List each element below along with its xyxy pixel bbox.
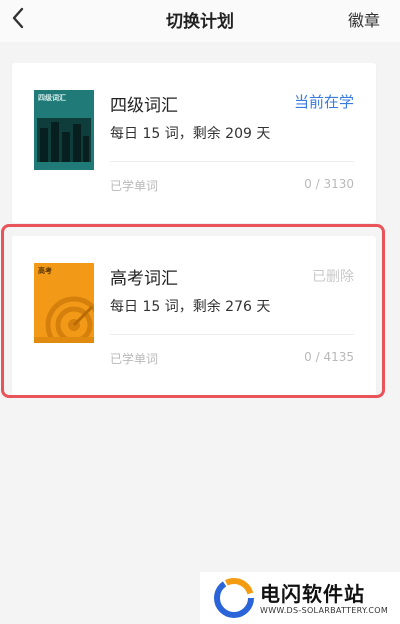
book-title: 高考词汇 xyxy=(110,269,178,289)
page-title: 切换计划 xyxy=(166,12,234,32)
plan-card-gaokao[interactable]: 高考 高考词汇 每日 15 词，剩余 276 天 已删除 已学单词 0 / 41… xyxy=(12,236,376,396)
daily-plan-text: 每日 15 词，剩余 209 天 xyxy=(110,126,271,142)
daily-plan-text: 每日 15 词，剩余 276 天 xyxy=(110,299,271,315)
target-icon xyxy=(45,296,94,343)
divider xyxy=(110,161,354,162)
book-cover-gaokao: 高考 xyxy=(34,263,94,343)
learned-words-count: 0 / 3130 xyxy=(304,177,354,191)
watermark-title: 电闪软件站 xyxy=(260,582,365,606)
plan-card-cet4[interactable]: 四级词汇 四级词汇 每日 15 词，剩余 209 天 当前在学 已学单词 0 /… xyxy=(12,63,376,223)
cover-graphic xyxy=(37,118,91,162)
top-bar: 切换计划 徽章 xyxy=(0,0,400,42)
divider xyxy=(110,334,354,335)
book-title: 四级词汇 xyxy=(110,96,178,116)
watermark-url: WWW.DS-SOLARBATTERY.COM xyxy=(260,606,389,615)
learned-words-count: 0 / 4135 xyxy=(304,350,354,364)
cover-label: 四级词汇 xyxy=(38,94,66,102)
badge-button[interactable]: 徽章 xyxy=(348,7,380,31)
site-logo-icon xyxy=(214,578,254,618)
book-cover-cet4: 四级词汇 xyxy=(34,90,94,170)
learned-words-label: 已学单词 xyxy=(110,179,159,193)
learned-words-label: 已学单词 xyxy=(110,352,159,366)
current-learning-status[interactable]: 当前在学 xyxy=(294,91,354,112)
deleted-status[interactable]: 已删除 xyxy=(312,266,354,286)
watermark-banner: 电闪软件站 WWW.DS-SOLARBATTERY.COM xyxy=(200,572,400,624)
plan-switch-screen: 切换计划 徽章 四级词汇 四级词汇 每日 15 词，剩余 209 天 当前在学 … xyxy=(0,0,400,624)
